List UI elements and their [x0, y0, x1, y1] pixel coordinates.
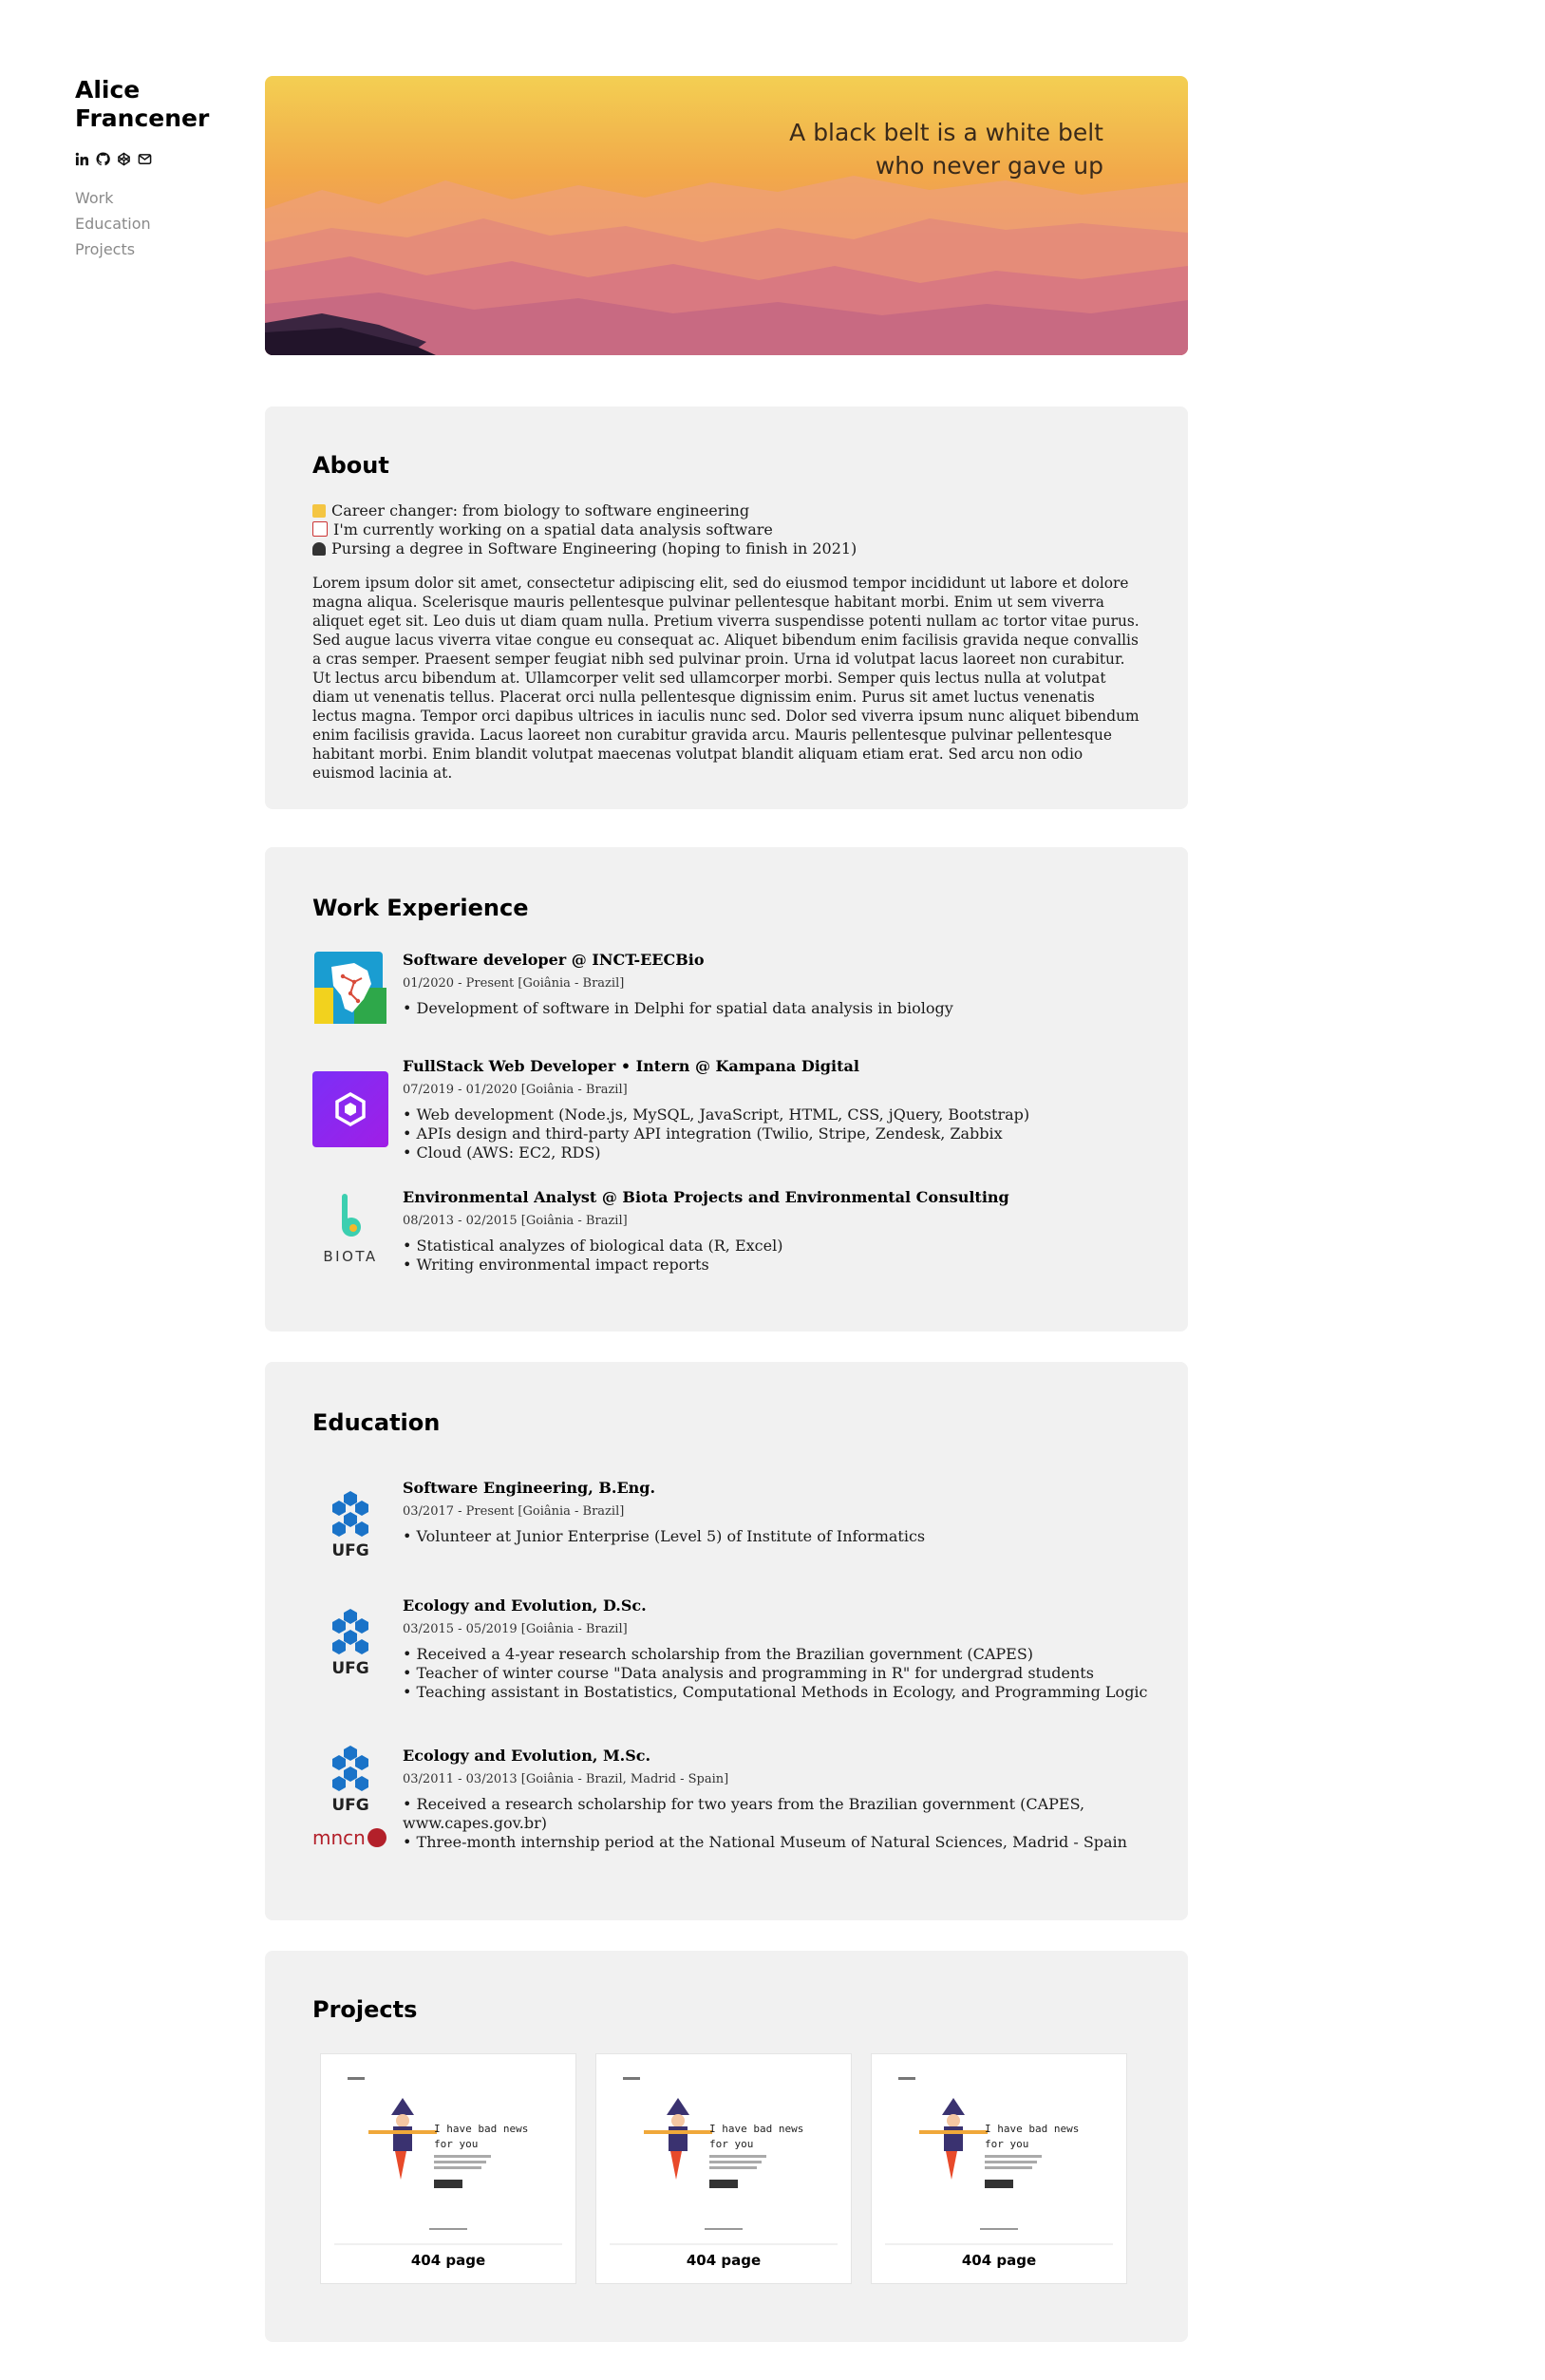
education-item-bullets: • Received a research scholarship for tw… — [403, 1795, 1127, 1851]
work-title: Work Experience — [312, 895, 529, 921]
svg-text:I have bad news: I have bad news — [434, 2123, 528, 2135]
linkedin-icon[interactable] — [75, 152, 89, 166]
education-title: Education — [312, 1409, 441, 1436]
project-label: 404 page — [686, 2252, 762, 2269]
education-item-dates: 03/2011 - 03/2013 [Goiânia - Brazil, Mad… — [403, 1772, 729, 1786]
ufg-logo: UFG — [312, 1487, 388, 1563]
sidebar: Alice Francener Work Education Projects — [75, 76, 246, 262]
svg-text:for you: for you — [985, 2138, 1028, 2150]
work-item-bullets: • Web development (Node.js, MySQL, JavaS… — [403, 1105, 1030, 1162]
work-item-title: Software developer @ INCT-EECBio — [403, 951, 705, 969]
about-paragraph: Lorem ipsum dolor sit amet, consectetur … — [312, 575, 1140, 782]
svg-text:UFG: UFG — [331, 1659, 368, 1678]
education-item-bullets: • Received a 4-year research scholarship… — [403, 1645, 1148, 1701]
work-item-bullet: • Development of software in Delphi for … — [403, 999, 953, 1017]
about-section: About Career changer: from biology to so… — [265, 406, 1188, 809]
education-item-title: Ecology and Evolution, M.Sc. — [403, 1747, 651, 1765]
codepen-icon[interactable] — [117, 152, 131, 166]
work-section: Work Experience Software developer @ INC… — [265, 847, 1188, 1332]
chart-emoji-icon — [312, 521, 328, 537]
work-item-title: Environmental Analyst @ Biota Projects a… — [403, 1188, 1009, 1206]
nav-link-education[interactable]: Education — [75, 211, 246, 236]
list-item: I'm currently working on a spatial data … — [312, 520, 857, 539]
education-item-title: Ecology and Evolution, D.Sc. — [403, 1596, 647, 1615]
social-links — [75, 152, 246, 166]
project-card[interactable]: I have bad news for you 404 page — [320, 2053, 576, 2284]
github-icon[interactable] — [96, 152, 110, 166]
student-emoji-icon — [312, 504, 326, 518]
svg-text:BIOTA: BIOTA — [323, 1248, 377, 1265]
kampana-digital-logo — [312, 1071, 388, 1147]
project-thumbnail: I have bad news for you — [334, 2077, 562, 2245]
work-item-dates: 07/2019 - 01/2020 [Goiânia - Brazil] — [403, 1083, 628, 1097]
work-item-dates: 08/2013 - 02/2015 [Goiânia - Brazil] — [403, 1214, 628, 1228]
svg-text:I have bad news: I have bad news — [709, 2123, 803, 2135]
mncn-logo: mncn — [312, 1822, 388, 1852]
project-thumbnail: I have bad news for you — [610, 2077, 838, 2245]
site-nav: Work Education Projects — [75, 185, 246, 262]
inct-eecbio-logo — [312, 950, 388, 1026]
education-item-dates: 03/2015 - 05/2019 [Goiânia - Brazil] — [403, 1622, 628, 1636]
ufg-logo: UFG — [312, 1742, 388, 1818]
project-list: I have bad news for you 404 page I have … — [320, 2053, 1127, 2284]
ufg-logo: UFG — [312, 1605, 388, 1681]
svg-text:mncn: mncn — [312, 1826, 366, 1849]
about-title: About — [312, 452, 389, 479]
project-card[interactable]: I have bad news for you 404 page — [595, 2053, 852, 2284]
mail-icon[interactable] — [138, 152, 152, 166]
work-item-title: FullStack Web Developer • Intern @ Kampa… — [403, 1057, 859, 1075]
education-section: Education UFG Software Engineering, B.En… — [265, 1362, 1188, 1920]
hero-quote: A black belt is a white belt who never g… — [789, 119, 1103, 179]
svg-text:I have bad news: I have bad news — [985, 2123, 1079, 2135]
education-item-bullet: • Volunteer at Junior Enterprise (Level … — [403, 1527, 926, 1545]
list-item: Career changer: from biology to software… — [312, 501, 857, 520]
graduation-cap-icon — [312, 542, 326, 556]
nav-link-work[interactable]: Work — [75, 185, 246, 211]
project-label: 404 page — [410, 2252, 486, 2269]
profile-name: Alice Francener — [75, 76, 210, 132]
svg-text:for you: for you — [709, 2138, 753, 2150]
project-card[interactable]: I have bad news for you 404 page — [871, 2053, 1127, 2284]
project-thumbnail: I have bad news for you — [885, 2077, 1113, 2245]
svg-text:UFG: UFG — [331, 1796, 368, 1815]
work-item-bullets: • Statistical analyzes of biological dat… — [403, 1237, 783, 1274]
list-item: Pursing a degree in Software Engineering… — [312, 539, 857, 558]
biota-logo: BIOTA — [312, 1191, 388, 1267]
projects-title: Projects — [312, 1996, 418, 2023]
projects-section: Projects I have bad news for you 404 pag… — [265, 1951, 1188, 2342]
education-item-title: Software Engineering, B.Eng. — [403, 1479, 656, 1497]
svg-text:UFG: UFG — [331, 1541, 368, 1560]
nav-link-projects[interactable]: Projects — [75, 236, 246, 262]
svg-text:for you: for you — [434, 2138, 478, 2150]
education-item-dates: 03/2017 - Present [Goiânia - Brazil] — [403, 1504, 625, 1519]
project-label: 404 page — [961, 2252, 1037, 2269]
about-highlights: Career changer: from biology to software… — [312, 501, 857, 558]
hero-banner: A black belt is a white belt who never g… — [265, 76, 1188, 355]
work-item-dates: 01/2020 - Present [Goiânia - Brazil] — [403, 976, 625, 991]
